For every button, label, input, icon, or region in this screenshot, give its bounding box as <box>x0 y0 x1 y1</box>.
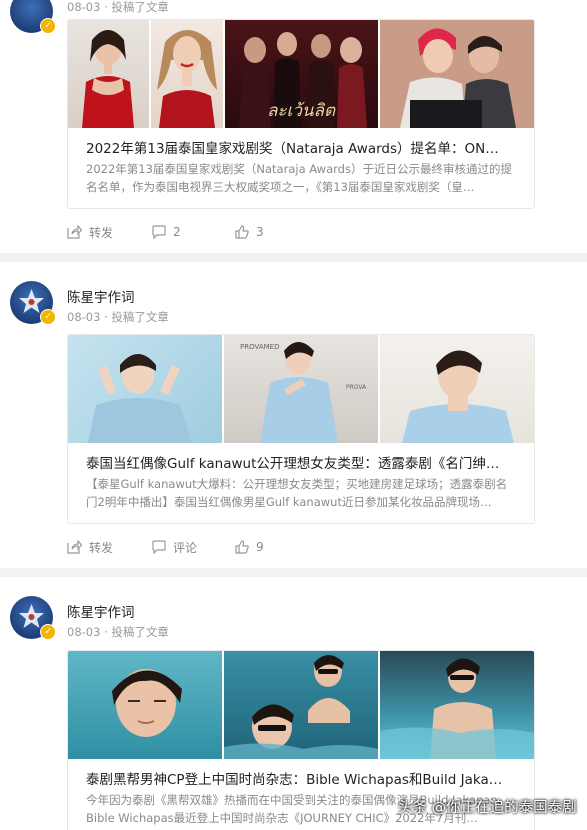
like-count: 9 <box>256 540 264 554</box>
post-actions: 转发 评论 9 <box>67 537 533 557</box>
article-image <box>224 651 378 759</box>
post-action: 投稿了文章 <box>111 0 169 14</box>
author-name[interactable]: 陈星宇作词 <box>67 286 135 306</box>
verified-badge-icon: ✓ <box>40 18 56 34</box>
article-image: PROVAMED PROVA <box>224 335 378 443</box>
article-image <box>380 335 534 443</box>
article-image <box>151 20 223 128</box>
article-image: ละเว้นลิต <box>225 20 378 128</box>
article-card[interactable]: ละเว้นลิต 2022年第13届泰国皇家戏剧奖（Nataraja Awar… <box>67 19 535 209</box>
article-images: ละเว้นลิต <box>68 20 534 128</box>
share-button[interactable]: 转发 <box>67 537 113 557</box>
article-images <box>68 651 534 759</box>
article-summary: 【泰星Gulf kanawut大爆料：公开理想女友类型；买地建房建足球场；透露泰… <box>86 477 508 509</box>
post-action: 投稿了文章 <box>111 310 169 324</box>
comment-label: 评论 <box>173 540 198 555</box>
svg-text:PROVAMED: PROVAMED <box>240 343 279 351</box>
post-separator <box>0 253 587 262</box>
feed-post: ✓ 陈星宇作词 08-03 · 投稿了文章 PROVAMED PROVA 泰国当… <box>0 262 587 568</box>
post-date: 08-03 <box>67 310 101 324</box>
article-images: PROVAMED PROVA <box>68 335 534 443</box>
post-action: 投稿了文章 <box>111 625 169 639</box>
like-count: 3 <box>256 225 264 239</box>
article-title: 泰剧黑帮男神CP登上中国时尚杂志：Bible Wichapas和Build Ja… <box>86 772 503 788</box>
feed-post: ✓ 08-03 · 投稿了文章 ละเว้นลิต 2022年第13届泰国皇家戏… <box>0 0 587 253</box>
poster-title-text: ละเว้นลิต <box>267 101 336 121</box>
post-date: 08-03 <box>67 625 101 639</box>
watermark-text: 头条 @你正在追的泰国泰剧 <box>398 800 577 816</box>
article-summary: 2022年第13届泰国皇家戏剧奖（Nataraja Awards）于近日公示最终… <box>86 162 512 194</box>
share-icon <box>67 225 82 239</box>
post-date: 08-03 <box>67 0 101 14</box>
avatar[interactable]: ✓ <box>10 596 56 640</box>
share-label: 转发 <box>89 540 114 555</box>
comment-icon <box>152 540 166 554</box>
svg-text:PROVA: PROVA <box>346 384 367 391</box>
comment-icon <box>152 225 166 239</box>
avatar[interactable]: ✓ <box>10 0 56 34</box>
post-actions: 转发 2 3 <box>67 222 533 242</box>
like-icon <box>235 225 249 239</box>
like-button[interactable]: 9 <box>235 537 264 557</box>
article-card[interactable]: PROVAMED PROVA 泰国当红偶像Gulf kanawut公开理想女友类… <box>67 334 535 524</box>
post-meta: 08-03 · 投稿了文章 <box>67 310 169 324</box>
article-image <box>68 20 149 128</box>
article-title: 泰国当红偶像Gulf kanawut公开理想女友类型：透露泰剧《名门绅… <box>86 456 500 472</box>
article-image <box>68 335 222 443</box>
avatar[interactable]: ✓ <box>10 281 56 325</box>
like-icon <box>235 540 249 554</box>
verified-badge-icon: ✓ <box>40 309 56 325</box>
verified-badge-icon: ✓ <box>40 624 56 640</box>
article-title: 2022年第13届泰国皇家戏剧奖（Nataraja Awards）提名单：ON… <box>86 141 499 157</box>
article-image <box>68 651 222 759</box>
comment-button[interactable]: 2 <box>151 222 181 242</box>
author-name[interactable]: 陈星宇作词 <box>67 601 135 621</box>
share-button[interactable]: 转发 <box>67 222 113 242</box>
share-label: 转发 <box>89 225 114 240</box>
comment-button[interactable]: 评论 <box>151 537 197 557</box>
article-image <box>380 651 534 759</box>
feed-post: ✓ 陈星宇作词 08-03 · 投稿了文章 泰剧黑帮男神CP登上中国时尚杂志：B… <box>0 577 587 830</box>
post-meta: 08-03 · 投稿了文章 <box>67 0 169 14</box>
post-separator <box>0 568 587 577</box>
share-icon <box>67 540 82 554</box>
comment-count: 2 <box>173 225 181 239</box>
like-button[interactable]: 3 <box>235 222 264 242</box>
article-image <box>380 20 534 128</box>
post-meta: 08-03 · 投稿了文章 <box>67 625 169 639</box>
